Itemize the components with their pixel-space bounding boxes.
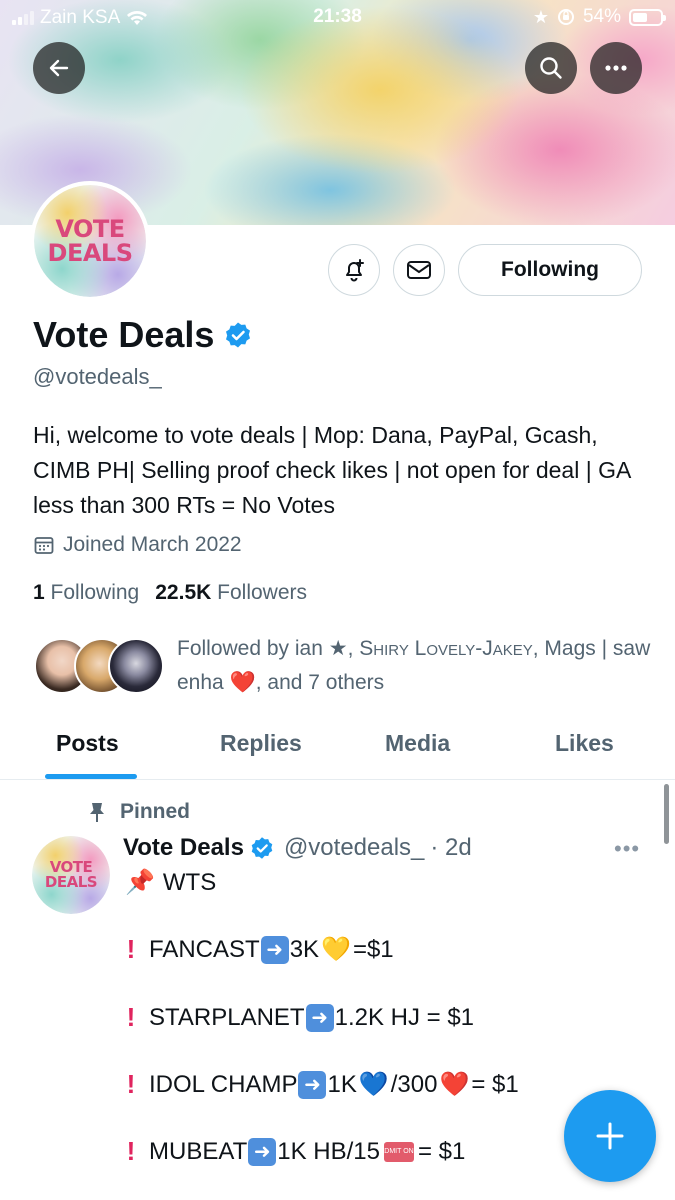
post-author-avatar[interactable]: VOTE DEALS [32, 836, 110, 914]
post-header: Vote Deals @votedeals_ · 2d [123, 834, 472, 862]
yellow-heart-emoji: 💛 [321, 936, 351, 963]
followers-count-link[interactable]: 22.5K Followers [155, 581, 307, 605]
followed-by-avatars[interactable] [34, 638, 164, 696]
avatar-logo: VOTE DEALS [32, 836, 110, 914]
arrow-right-icon: ➜ [260, 935, 289, 964]
exclamation-icon: ! [126, 1136, 136, 1166]
profile-tabs: Posts Replies Media Likes [0, 716, 675, 780]
avatar-logo-text: VOTE DEALS [47, 215, 133, 267]
more-button[interactable] [590, 42, 642, 94]
back-button[interactable] [33, 42, 85, 94]
post-time: · 2d [430, 834, 472, 861]
plus-icon [596, 1122, 624, 1150]
bell-plus-icon [346, 259, 364, 282]
avatar [108, 638, 164, 694]
battery-percent: 54% [582, 6, 621, 27]
exclamation-icon: ! [126, 934, 136, 964]
profile-bio: Hi, welcome to vote deals | Mop: Dana, P… [33, 422, 631, 518]
active-tab-indicator [45, 774, 137, 779]
post-line-fancast: ! FANCAST ➜ 3K 💛 =$1 [126, 934, 394, 964]
more-horizontal-icon [605, 65, 627, 71]
post-line-wts: 📌 WTS [125, 868, 217, 897]
post-line-mubeat: ! MUBEAT ➜ 1K HB/15 ADMIT ONE = $1 [126, 1136, 466, 1166]
arrow-right-icon: ➜ [248, 1137, 277, 1166]
pinned-label: Pinned [88, 800, 190, 824]
blue-heart-emoji: 💙 [358, 1071, 389, 1098]
envelope-icon [407, 261, 431, 279]
orientation-lock-icon [557, 9, 574, 25]
status-bar: Zain KSA 21:38 ★ 54% [0, 0, 675, 36]
arrow-right-icon: ➜ [305, 1003, 334, 1032]
message-button[interactable] [393, 244, 445, 296]
battery-icon [629, 8, 666, 26]
status-right: ★ 54% [532, 6, 666, 28]
avatar-logo-text: VOTE DEALS [44, 858, 98, 891]
post-author-name[interactable]: Vote Deals [123, 834, 244, 862]
post-author-handle[interactable]: @votedeals_ [284, 834, 424, 862]
exclamation-icon: ! [126, 1069, 136, 1099]
tab-likes[interactable]: Likes [555, 730, 614, 757]
notifications-button[interactable] [328, 244, 380, 296]
red-heart-emoji: ❤️ [439, 1071, 470, 1098]
follow-counts: 1 Following 22.5K Followers [33, 581, 307, 605]
tab-posts[interactable]: Posts [56, 730, 119, 757]
followed-by-text[interactable]: Followed by ian ★, Shiry Lovely-Jakey, M… [177, 632, 657, 700]
tab-replies[interactable]: Replies [220, 730, 302, 757]
star-icon: ★ [532, 6, 549, 27]
following-button[interactable]: Following [458, 244, 642, 296]
exclamation-icon: ! [126, 1002, 136, 1032]
compose-button[interactable] [564, 1090, 656, 1182]
post-line-idol-champ: ! IDOL CHAMP ➜ 1K 💙 /300 ❤️ = $1 [126, 1069, 519, 1099]
verified-badge-icon [226, 322, 251, 348]
post-line-starplanet: ! STARPLANET ➜ 1.2K HJ = $1 [126, 1002, 475, 1032]
scrollbar[interactable] [664, 784, 669, 844]
pin-icon [90, 803, 104, 822]
display-name: Vote Deals [33, 314, 252, 356]
pushpin-emoji: 📌 [125, 869, 155, 896]
avatar-logo: VOTE DEALS [34, 185, 146, 297]
verified-badge-icon [251, 837, 273, 859]
joined-text: Joined March 2022 [63, 533, 242, 556]
display-name-text: Vote Deals [33, 314, 215, 355]
ticket-emoji: ADMIT ONE [380, 1141, 418, 1162]
joined-date: Joined March 2022 [33, 533, 242, 557]
search-button[interactable] [525, 42, 577, 94]
calendar-icon [34, 537, 54, 554]
profile-handle: @votedeals_ [33, 364, 162, 389]
profile-avatar[interactable]: VOTE DEALS [30, 181, 150, 301]
following-count-link[interactable]: 1 Following [33, 581, 139, 605]
tab-media[interactable]: Media [385, 730, 450, 757]
post-more-button[interactable]: ••• [614, 836, 640, 862]
search-icon [540, 57, 562, 79]
arrow-left-icon [49, 59, 69, 77]
battery-fill [633, 12, 647, 22]
arrow-right-icon: ➜ [298, 1070, 327, 1099]
